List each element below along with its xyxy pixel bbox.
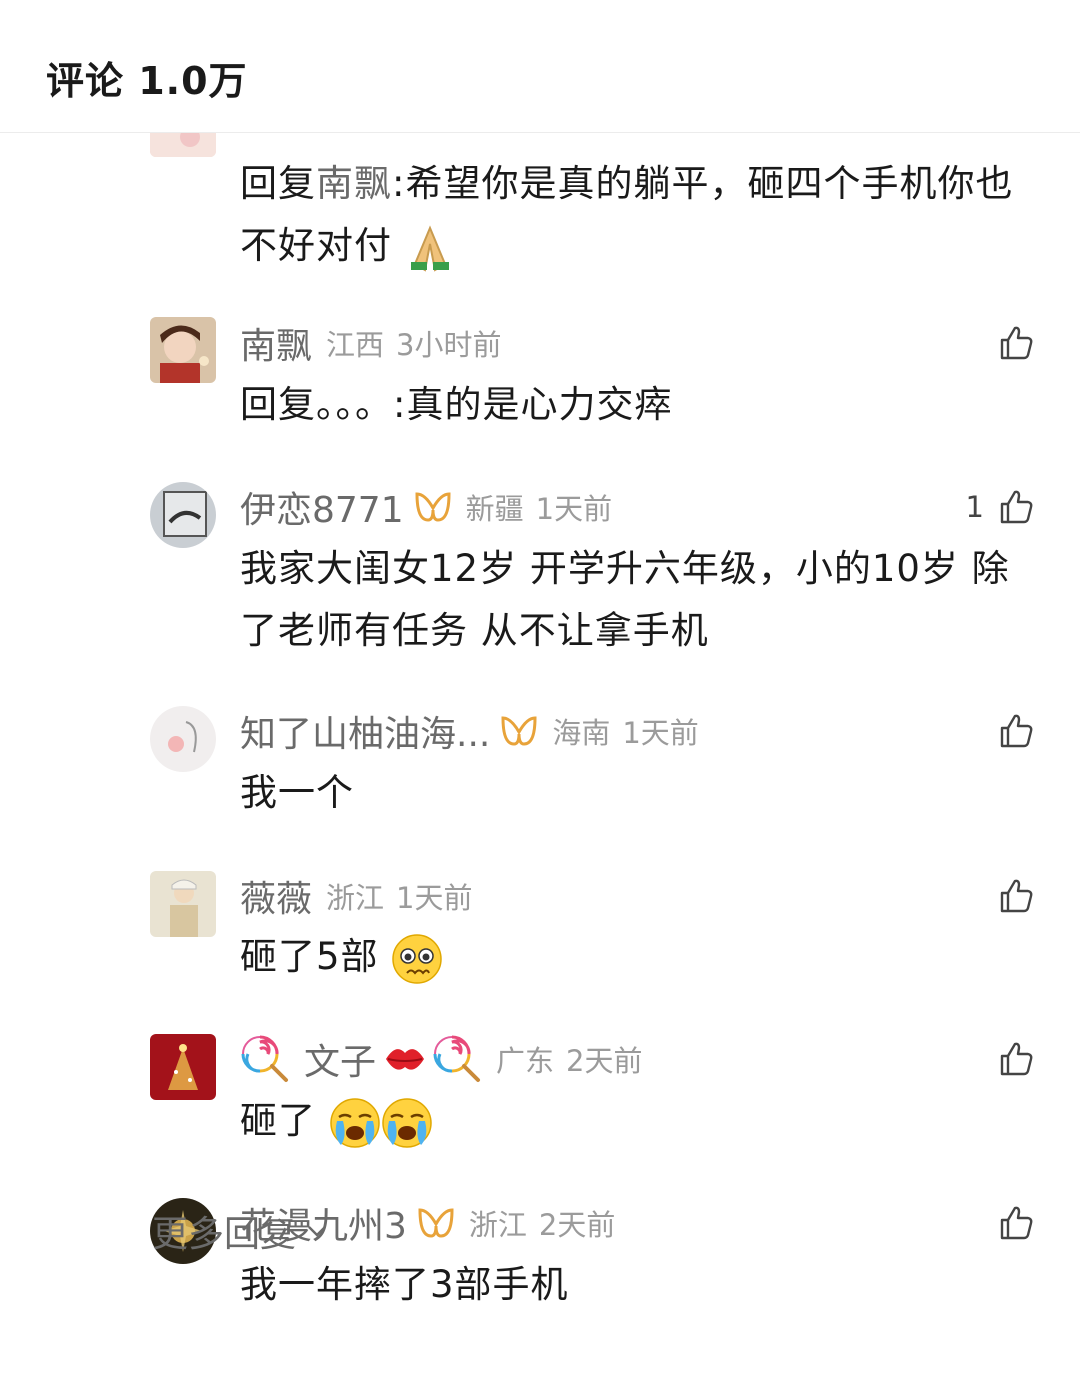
username[interactable]: 薇薇 [240,870,312,922]
reply-target-name[interactable]: 南飘 [316,162,392,205]
username[interactable]: 伊恋8771 [240,481,404,533]
timestamp: 1天前 [622,716,699,750]
comment-meta: 伊恋8771 新疆 1天前 [240,482,612,532]
location: 海南 [552,716,611,750]
avatar-image [150,871,216,937]
comment-text: 我一年摔了3部手机 [240,1263,569,1306]
comment-meta: 南飘 江西 3小时前 [240,318,501,368]
lollipop-icon [433,1035,481,1082]
comment-text: 回复。。。:真的是心力交瘁 [240,383,673,426]
location: 浙江 [326,881,385,915]
comment-text: 砸了 [240,1090,1040,1152]
username[interactable]: 知了山柚油海... [240,705,490,757]
avatar[interactable] [150,871,216,937]
lollipop-icon [241,1035,288,1082]
timestamp: 2天前 [538,1208,616,1242]
pleading-face-emoji [392,933,443,984]
like-button[interactable] [984,318,1034,368]
comment-meta: 知了山柚油海... 海南 1天前 [240,706,699,756]
avatar-image [150,133,216,157]
like-count: 1 [965,490,984,524]
loudly-crying-face-emoji [330,1097,380,1148]
like-button[interactable] [984,1034,1034,1084]
kiss-mark-icon [386,1049,425,1070]
timestamp: 2天前 [566,1044,643,1078]
thumbs-up-icon [1000,490,1033,524]
comment-text: 砸了5部 [240,926,1040,988]
thumbs-up-icon [1000,879,1033,913]
fan-badge-icon [415,492,451,522]
comment-meta: 薇薇 浙江 1天前 [240,871,472,921]
like-button[interactable] [984,706,1034,756]
username[interactable]: 南飘 [240,317,312,369]
timestamp: 1天前 [396,881,473,915]
avatar-image [150,706,216,772]
avatar-image [150,317,216,383]
avatar[interactable] [150,706,216,772]
location: 浙江 [468,1208,527,1242]
comment-meta: 文子 广东 2天前 [240,1034,642,1084]
thumbs-up-icon [1000,326,1033,360]
avatar[interactable] [150,482,216,548]
avatar[interactable] [150,1034,216,1100]
thumbs-up-icon [1000,1042,1033,1076]
loudly-crying-face-emoji [382,1097,432,1148]
comments-header: 评论 1.0万 [0,0,1080,133]
chevron-down-icon [308,1226,326,1237]
location: 江西 [326,328,385,362]
like-button[interactable] [984,871,1034,921]
comment-text: 我一个 [240,771,354,814]
more-replies-button[interactable]: 更多回复 [152,1205,330,1257]
comments-title: 评论 1.0万 [46,59,248,103]
more-replies-label: 更多回复 [152,1214,297,1255]
thumbs-up-icon [1000,714,1033,748]
like-button[interactable] [984,1198,1034,1248]
username[interactable]: 文子 [304,1033,376,1085]
avatar[interactable] [150,133,216,157]
avatar-image [150,1034,216,1100]
timestamp: 3小时前 [396,328,502,362]
location: 新疆 [465,492,524,526]
like-button[interactable]: 1 [966,482,1034,532]
folded-hands-emoji [410,224,449,272]
comment-text: 我家大闺女12岁 开学升六年级，小的10岁 除了老师有任务 从不让拿手机 [240,547,1010,652]
avatar[interactable] [150,317,216,383]
avatar-image [150,482,216,548]
fan-badge-icon [418,1208,454,1238]
comment-text: 回复南飘:希望你是真的躺平，砸四个手机你也不好对付 [240,153,1040,277]
fan-badge-icon [501,716,537,746]
timestamp: 1天前 [535,492,613,526]
comments-feed[interactable]: 回复南飘:希望你是真的躺平，砸四个手机你也不好对付 南飘 江西 3小时前 回复。… [0,133,1080,1380]
thumbs-up-icon [1000,1206,1033,1240]
location: 广东 [496,1044,555,1078]
